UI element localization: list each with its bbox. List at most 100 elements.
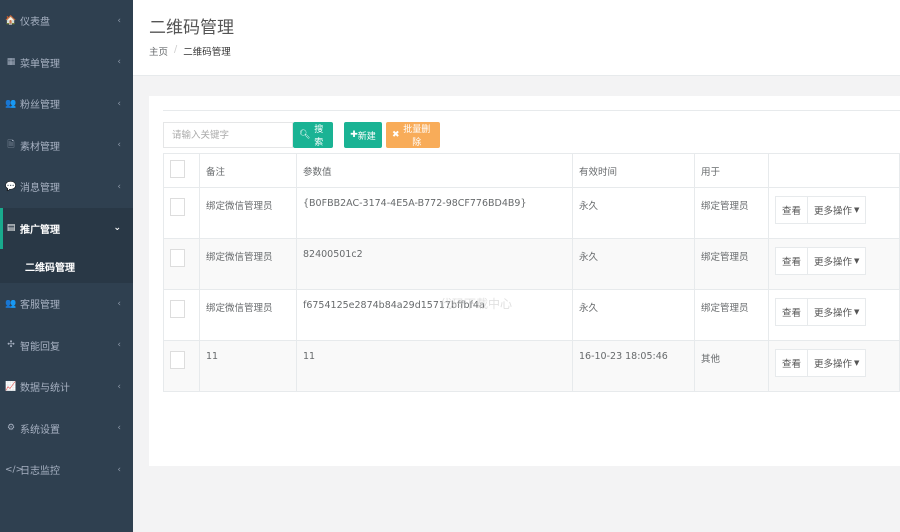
row-select-cell bbox=[163, 289, 200, 341]
column-header-param[interactable]: 参数值 bbox=[296, 153, 573, 188]
sidebar-item-materials[interactable]: 🗎 素材管理 ‹ bbox=[0, 125, 133, 167]
sidebar-item-label: 消息管理 bbox=[20, 183, 60, 195]
column-header-remark[interactable]: 备注 bbox=[199, 153, 297, 188]
column-header-valid[interactable]: 有效时间 bbox=[572, 153, 695, 188]
more-actions-button[interactable]: 更多操作 ▼ bbox=[808, 197, 866, 223]
search-button[interactable]: 🔍︎ 搜索 bbox=[293, 122, 333, 148]
message-icon: 💬 bbox=[5, 181, 17, 192]
cell-param: 82400501c2 bbox=[296, 238, 573, 290]
view-button[interactable]: 查看 bbox=[776, 299, 809, 325]
settings-icon: ⚙ bbox=[6, 423, 16, 434]
more-actions-button[interactable]: 更多操作 ▼ bbox=[808, 248, 866, 274]
cell-valid: 永久 bbox=[572, 187, 695, 239]
caret-down-icon: ▼ bbox=[854, 206, 860, 214]
cell-actions: 查看 更多操作 ▼ bbox=[768, 289, 900, 341]
more-actions-button[interactable]: 更多操作 ▼ bbox=[808, 299, 866, 325]
view-button[interactable]: 查看 bbox=[776, 197, 809, 223]
search-input[interactable] bbox=[163, 122, 293, 148]
sidebar-item-label: 客服管理 bbox=[20, 300, 60, 312]
cell-valid: 永久 bbox=[572, 289, 695, 341]
chevron-left-icon: ‹ bbox=[117, 57, 121, 68]
content-box: 🔍︎搜索 ✚新建 ✖批量删除 备注 参数值 有效时间 用于 绑定微信管理员 {B… bbox=[149, 96, 900, 466]
new-button[interactable]: ✚ 新建 bbox=[344, 122, 382, 148]
page-heading: 二维码管理 主页 / 二维码管理 bbox=[133, 0, 900, 76]
table-row: 绑定微信管理员 82400501c2 永久 绑定管理员 查看 更多操作 ▼ bbox=[163, 238, 900, 290]
sidebar-subitem-qrcode[interactable]: 二维码管理 bbox=[0, 249, 133, 283]
sidebar-item-label: 素材管理 bbox=[20, 141, 60, 153]
cell-valid: 永久 bbox=[572, 238, 695, 290]
row-select-cell bbox=[163, 187, 200, 239]
sidebar: 🏠 仪表盘 ‹ ▦ 菜单管理 ‹ 👥 粉丝管理 ‹ 🗎 素材管理 ‹ 💬 消息管理 ‹ ▤ 推广管理 ⌄… bbox=[0, 0, 133, 532]
divider bbox=[163, 110, 900, 111]
users-icon: 👥 bbox=[5, 98, 17, 109]
chevron-left-icon: ‹ bbox=[117, 381, 121, 392]
breadcrumb-home[interactable]: 主页 bbox=[149, 44, 168, 58]
cell-remark: 11 bbox=[199, 340, 297, 392]
sidebar-item-stats[interactable]: 📈 数据与统计 ‹ bbox=[0, 366, 133, 408]
cell-actions: 查看 更多操作 ▼ bbox=[768, 238, 900, 290]
sidebar-item-dashboard[interactable]: 🏠 仪表盘 ‹ bbox=[0, 0, 133, 42]
sidebar-item-menu[interactable]: ▦ 菜单管理 ‹ bbox=[0, 42, 133, 84]
row-select-cell bbox=[163, 238, 200, 290]
sidebar-item-autoreply[interactable]: ✣ 智能回复 ‹ bbox=[0, 325, 133, 367]
chevron-left-icon: ‹ bbox=[117, 464, 121, 475]
row-checkbox[interactable] bbox=[170, 351, 185, 369]
chevron-left-icon: ‹ bbox=[117, 140, 121, 151]
file-icon: 🗎 bbox=[7, 140, 15, 151]
dashboard-icon: 🏠 bbox=[5, 15, 17, 26]
chevron-left-icon: ‹ bbox=[117, 15, 121, 26]
sidebar-item-label: 智能回复 bbox=[20, 341, 60, 353]
chevron-down-icon: ⌄ bbox=[113, 223, 121, 234]
sidebar-item-label: 仪表盘 bbox=[20, 17, 50, 29]
batch-delete-button[interactable]: ✖ 批量删除 bbox=[386, 122, 440, 148]
watermark: 代码下载中心 bbox=[440, 297, 513, 311]
page-title: 二维码管理 bbox=[149, 18, 234, 38]
row-checkbox[interactable] bbox=[170, 249, 185, 267]
qrcode-table: 备注 参数值 有效时间 用于 绑定微信管理员 {B0FBB2AC-3174-4E… bbox=[163, 153, 900, 392]
sidebar-item-messages[interactable]: 💬 消息管理 ‹ bbox=[0, 166, 133, 208]
service-icon: 👥 bbox=[5, 298, 17, 309]
table-row: 绑定微信管理员 {B0FBB2AC-3174-4E5A-B772-98CF776… bbox=[163, 187, 900, 239]
cell-remark: 绑定微信管理员 bbox=[199, 187, 297, 239]
table-header-row: 备注 参数值 有效时间 用于 bbox=[163, 153, 900, 188]
sidebar-item-service[interactable]: 👥 客服管理 ‹ bbox=[0, 283, 133, 325]
caret-down-icon: ▼ bbox=[854, 308, 860, 316]
more-actions-button[interactable]: 更多操作 ▼ bbox=[808, 350, 866, 376]
cell-usage: 其他 bbox=[694, 340, 769, 392]
chevron-left-icon: ‹ bbox=[117, 298, 121, 309]
more-actions-label: 更多操作 bbox=[814, 359, 853, 370]
sidebar-item-logs[interactable]: </> 日志监控 ‹ bbox=[0, 449, 133, 491]
view-button[interactable]: 查看 bbox=[776, 350, 809, 376]
cell-remark: 绑定微信管理员 bbox=[199, 289, 297, 341]
table-row: 11 11 16-10-23 18:05:46 其他 查看 更多操作 ▼ bbox=[163, 340, 900, 392]
breadcrumb-current: 二维码管理 bbox=[183, 47, 231, 58]
caret-down-icon: ▼ bbox=[854, 359, 860, 367]
column-header-usage[interactable]: 用于 bbox=[694, 153, 769, 188]
sidebar-item-fans[interactable]: 👥 粉丝管理 ‹ bbox=[0, 83, 133, 125]
action-group: 查看 更多操作 ▼ bbox=[775, 349, 867, 377]
action-group: 查看 更多操作 ▼ bbox=[775, 247, 867, 275]
sidebar-item-label: 推广管理 bbox=[20, 224, 60, 236]
select-all-checkbox[interactable] bbox=[170, 160, 185, 178]
view-button[interactable]: 查看 bbox=[776, 248, 809, 274]
cell-param: f6754125e2874b84a29d15717bffbf4a bbox=[296, 289, 573, 341]
chevron-left-icon: ‹ bbox=[117, 340, 121, 351]
more-actions-label: 更多操作 bbox=[814, 206, 853, 217]
sidebar-item-promotion[interactable]: ▤ 推广管理 ⌄ bbox=[0, 207, 133, 249]
new-button-label: 新建 bbox=[357, 131, 376, 142]
row-checkbox[interactable] bbox=[170, 300, 185, 318]
row-checkbox[interactable] bbox=[170, 198, 185, 216]
sidebar-item-settings[interactable]: ⚙ 系统设置 ‹ bbox=[0, 408, 133, 450]
cell-remark: 绑定微信管理员 bbox=[199, 238, 297, 290]
action-group: 查看 更多操作 ▼ bbox=[775, 298, 867, 326]
code-icon: </> bbox=[5, 464, 24, 475]
batch-delete-label: 批量删除 bbox=[403, 125, 431, 148]
cell-param: 11 bbox=[296, 340, 573, 392]
column-header-actions bbox=[768, 153, 900, 188]
toolbar: 🔍︎搜索 ✚新建 ✖批量删除 bbox=[163, 122, 440, 148]
cell-usage: 绑定管理员 bbox=[694, 187, 769, 239]
caret-down-icon: ▼ bbox=[854, 257, 860, 265]
breadcrumb-separator: / bbox=[174, 44, 178, 55]
select-all-cell bbox=[163, 153, 200, 188]
cell-usage: 绑定管理员 bbox=[694, 289, 769, 341]
